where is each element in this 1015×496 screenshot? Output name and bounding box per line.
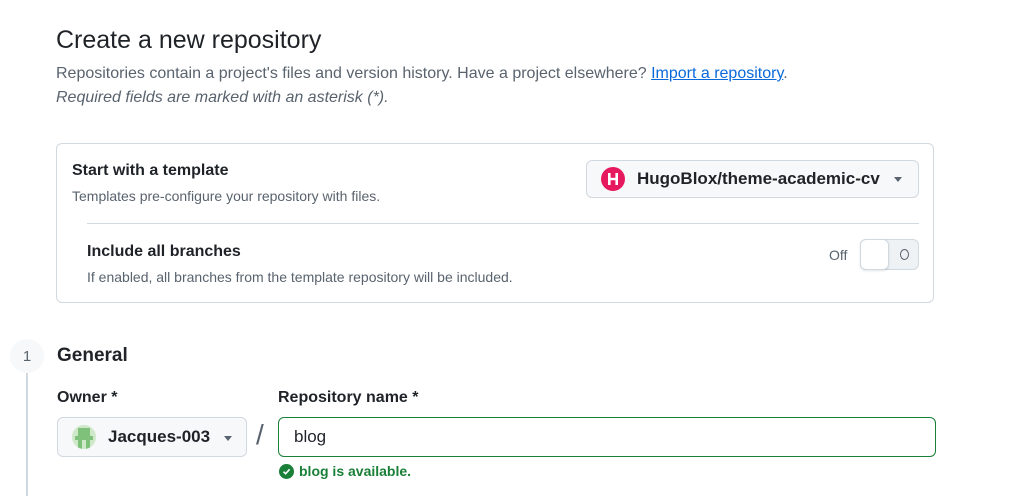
check-circle-icon xyxy=(279,463,294,479)
intro-text: Repositories contain a project's files a… xyxy=(56,63,788,85)
include-branches-description: If enabled, all branches from the templa… xyxy=(87,269,513,285)
hugoblox-h-icon xyxy=(601,167,625,191)
owner-repo-separator: / xyxy=(256,419,264,450)
repository-name-label: Repository name * xyxy=(278,389,419,406)
divider xyxy=(87,223,919,224)
include-branches-title: Include all branches xyxy=(87,243,241,260)
toggle-state-label: Off xyxy=(829,247,848,263)
chevron-down-icon xyxy=(894,177,902,182)
intro-period: . xyxy=(783,65,788,82)
template-description: Templates pre-configure your repository … xyxy=(72,188,381,204)
intro-description: Repositories contain a project's files a… xyxy=(56,65,647,82)
step-number-badge: 1 xyxy=(10,339,44,373)
page-title: Create a new repository xyxy=(56,26,322,54)
import-repository-link[interactable]: Import a repository xyxy=(651,65,783,82)
owner-select-button[interactable]: Jacques-003 xyxy=(57,417,247,457)
chevron-down-icon xyxy=(224,436,232,441)
toggle-knob xyxy=(860,239,889,270)
section-title-general: General xyxy=(57,345,128,366)
template-select-button[interactable]: HugoBlox/theme-academic-cv xyxy=(586,160,919,198)
avatar xyxy=(72,425,96,449)
template-section: Start with a template Templates pre-conf… xyxy=(56,143,934,303)
template-title: Start with a template xyxy=(72,162,229,179)
availability-text: blog is available. xyxy=(299,463,412,479)
repository-name-input[interactable] xyxy=(278,417,936,457)
step-connector-line xyxy=(26,373,28,496)
template-select-label: HugoBlox/theme-academic-cv xyxy=(637,169,880,188)
include-branches-toggle[interactable] xyxy=(860,239,919,270)
owner-select-label: Jacques-003 xyxy=(108,427,211,446)
required-fields-note: Required fields are marked with an aster… xyxy=(56,89,389,106)
availability-message: blog is available. xyxy=(279,463,411,479)
owner-label: Owner * xyxy=(57,389,118,406)
toggle-off-icon xyxy=(900,249,909,260)
